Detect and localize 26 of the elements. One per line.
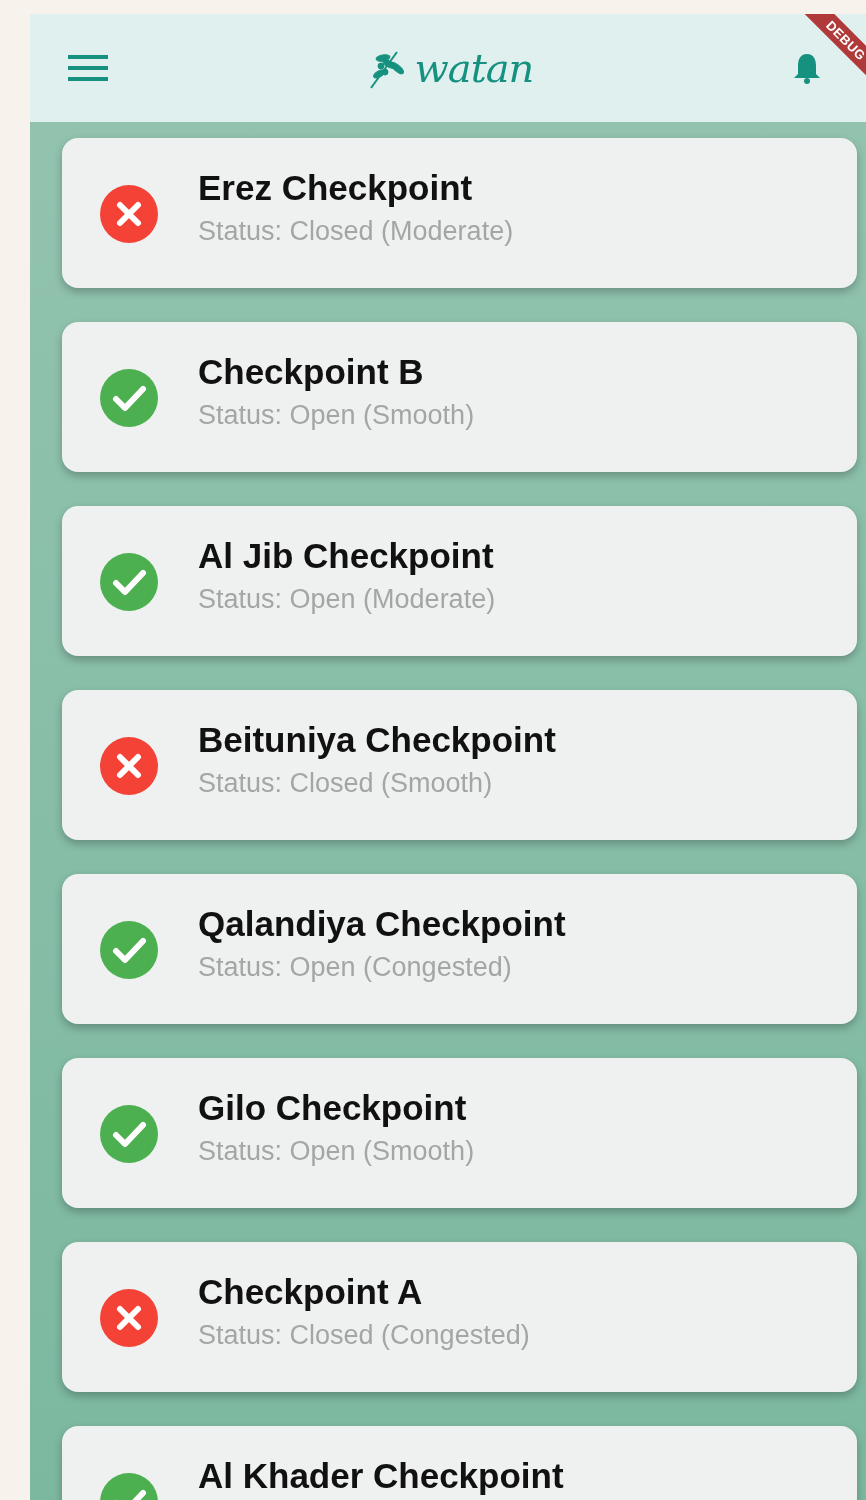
checkpoint-status: Status: Closed (Moderate) [198, 216, 514, 247]
checkpoint-status: Status: Open (Smooth) [198, 1136, 475, 1167]
checkpoint-card[interactable]: Qalandiya Checkpoint Status: Open (Congested) [62, 874, 857, 1024]
checkpoint-name: Beituniya Checkpoint [198, 720, 556, 760]
app-logo: watan [414, 45, 534, 91]
checkpoint-status: Status: Closed (Congested) [198, 1320, 530, 1351]
checkpoint-card[interactable]: Al Jib Checkpoint Status: Open (Moderate) [62, 506, 857, 656]
checkpoint-card[interactable]: Gilo Checkpoint Status: Open (Smooth) [62, 1058, 857, 1208]
checkpoint-status: Status: Open (Congested) [198, 952, 513, 983]
checkpoint-name: Erez Checkpoint [198, 168, 474, 208]
checkpoint-name: Checkpoint A [198, 1272, 424, 1312]
bell-icon[interactable] [792, 51, 822, 85]
checkpoint-card[interactable]: Erez Checkpoint Status: Closed (Moderate) [62, 138, 857, 288]
menu-icon[interactable] [68, 55, 108, 81]
checkpoint-name: Checkpoint B [198, 352, 425, 392]
checkpoint-card[interactable]: Beituniya Checkpoint Status: Closed (Smooth) [62, 690, 857, 840]
checkpoint-status: Status: Open (Smooth) [198, 400, 475, 431]
checkpoint-status: Status: Open (Moderate) [198, 584, 496, 615]
checkpoint-card[interactable]: Checkpoint B Status: Open (Smooth) [62, 322, 857, 472]
checkpoint-name: Al Khader Checkpoint [198, 1456, 564, 1496]
checkpoint-name: Gilo Checkpoint [198, 1088, 468, 1128]
checkpoint-status: Status: Closed (Smooth) [198, 768, 494, 799]
checkpoint-card[interactable]: Al Khader Checkpoint [62, 1426, 857, 1500]
checkpoint-name: Al Jib Checkpoint [198, 536, 495, 576]
checkpoint-name: Qalandiya Checkpoint [198, 904, 566, 944]
checkpoint-card[interactable]: Checkpoint A Status: Closed (Congested) [62, 1242, 857, 1392]
